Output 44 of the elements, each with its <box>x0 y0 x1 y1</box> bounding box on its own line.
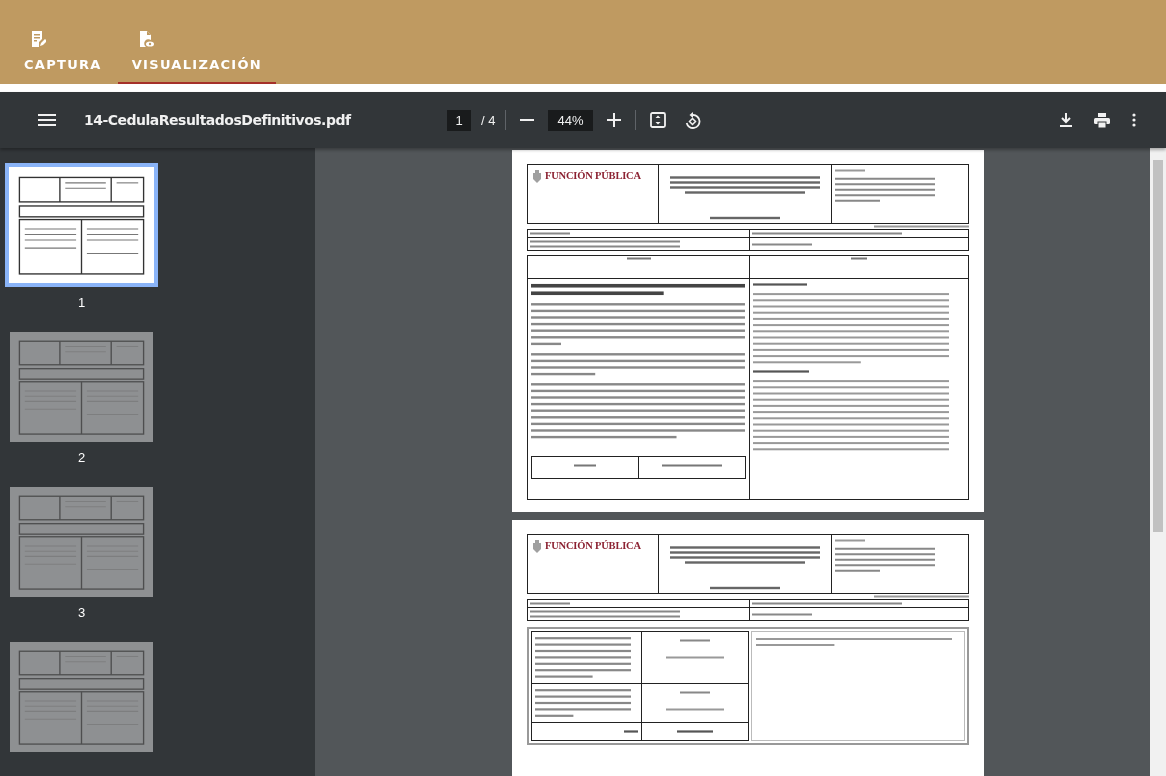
text-lines-drawing <box>752 611 812 617</box>
plus-icon <box>606 113 621 127</box>
text-lines-drawing <box>626 256 651 261</box>
file-name: 14-CedulaResultadosDefinitivos.pdf <box>84 112 351 128</box>
page-number: 1 <box>77 295 86 310</box>
zoom-field[interactable]: 44% <box>548 109 593 131</box>
text-lines-drawing <box>851 256 867 261</box>
rotate-icon <box>683 111 701 129</box>
text-lines-drawing <box>680 638 710 643</box>
text-lines-drawing <box>530 231 570 236</box>
page-number-field[interactable]: 1 <box>447 109 471 131</box>
text-lines-drawing <box>710 216 780 220</box>
page-number: 3 <box>77 605 86 620</box>
text-lines-drawing <box>624 728 638 734</box>
scrollbar[interactable] <box>1150 148 1166 776</box>
logo-text: FUNCIÓN PÚBLICA <box>545 540 641 551</box>
printer-icon <box>1094 112 1110 128</box>
text-lines-drawing <box>680 689 710 695</box>
fit-page-icon <box>649 112 666 128</box>
minus-icon <box>520 119 535 121</box>
download-icon <box>1060 113 1072 127</box>
file-eye-icon <box>137 30 154 48</box>
text-lines-drawing <box>710 586 780 590</box>
text-lines-drawing <box>666 706 724 712</box>
menu-icon <box>38 114 56 126</box>
form-edit-icon <box>30 30 46 48</box>
more-icon <box>1132 113 1136 127</box>
text-lines-drawing <box>661 463 722 469</box>
page-number: 2 <box>77 450 86 465</box>
text-lines-drawing <box>835 538 865 543</box>
text-lines-drawing <box>835 168 865 173</box>
text-lines-drawing <box>752 241 812 247</box>
page-thumbnail[interactable] <box>5 163 158 287</box>
text-lines-drawing <box>573 463 596 469</box>
crest-icon <box>532 170 542 183</box>
text-lines-drawing <box>753 281 807 287</box>
text-lines-drawing <box>666 655 724 660</box>
scrollbar-thumb[interactable] <box>1153 160 1163 532</box>
text-lines-drawing <box>530 601 570 606</box>
logo-text: FUNCIÓN PÚBLICA <box>545 170 641 181</box>
text-lines-drawing <box>677 728 713 734</box>
page-total: / 4 <box>481 112 496 128</box>
text-lines-drawing <box>753 368 809 374</box>
crest-icon <box>532 540 542 553</box>
